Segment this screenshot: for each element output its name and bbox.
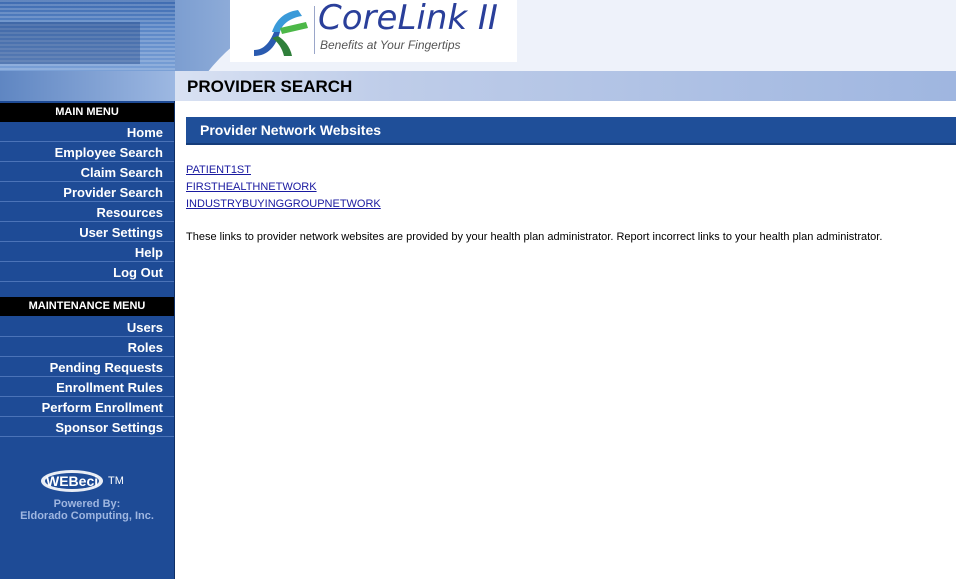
sidebar-item-user-settings[interactable]: User Settings	[0, 223, 174, 242]
webeci-trademark: TM	[108, 475, 124, 487]
sidebar-item-sponsor-settings[interactable]: Sponsor Settings	[0, 418, 174, 437]
page-title: PROVIDER SEARCH	[187, 77, 353, 96]
sidebar-item-resources[interactable]: Resources	[0, 203, 174, 222]
logo-tagline: Benefits at Your Fingertips	[320, 38, 461, 52]
provider-network-link[interactable]: INDUSTRYBUYINGGROUPNETWORK	[186, 198, 381, 210]
disclaimer-text: These links to provider network websites…	[186, 231, 883, 243]
app-header: CoreLink II Benefits at Your Fingertips	[0, 0, 956, 71]
sidebar-item-roles[interactable]: Roles	[0, 338, 174, 357]
sidebar-item-log-out[interactable]: Log Out	[0, 263, 174, 282]
page-title-bar: PROVIDER SEARCH	[0, 71, 956, 101]
powered-by-label: Powered By:	[53, 498, 121, 510]
logo-title: CoreLink II	[318, 0, 498, 38]
main-menu-header: MAIN MENU	[0, 103, 174, 122]
sidebar-item-home[interactable]: Home	[0, 123, 174, 142]
sidebar-item-claim-search[interactable]: Claim Search	[0, 163, 174, 182]
sidebar-item-users[interactable]: Users	[0, 318, 174, 337]
sidebar-item-employee-search[interactable]: Employee Search	[0, 143, 174, 162]
sidebar-item-pending-requests[interactable]: Pending Requests	[0, 358, 174, 377]
webeci-brand: WEBeci	[46, 473, 98, 489]
maintenance-menu-header: MAINTENANCE MENU	[0, 297, 174, 316]
section-header: Provider Network Websites	[186, 117, 956, 145]
corelink-logo: CoreLink II Benefits at Your Fingertips	[230, 0, 517, 62]
sidebar-item-enrollment-rules[interactable]: Enrollment Rules	[0, 378, 174, 397]
provider-network-link[interactable]: PATIENT1ST	[186, 164, 251, 176]
logo-divider	[314, 6, 315, 54]
sidebar: MAIN MENU Home Employee Search Claim Sea…	[0, 101, 175, 579]
sidebar-item-perform-enrollment[interactable]: Perform Enrollment	[0, 398, 174, 417]
webeci-logo: WEBeci TM	[41, 470, 124, 492]
provider-network-link[interactable]: FIRSTHEALTHNETWORK	[186, 181, 317, 193]
sidebar-item-provider-search[interactable]: Provider Search	[0, 183, 174, 202]
sidebar-item-help[interactable]: Help	[0, 243, 174, 262]
header-stripes	[0, 0, 175, 71]
corelink-cross-icon	[254, 10, 308, 56]
powered-by-company: Eldorado Computing, Inc.	[20, 510, 154, 522]
